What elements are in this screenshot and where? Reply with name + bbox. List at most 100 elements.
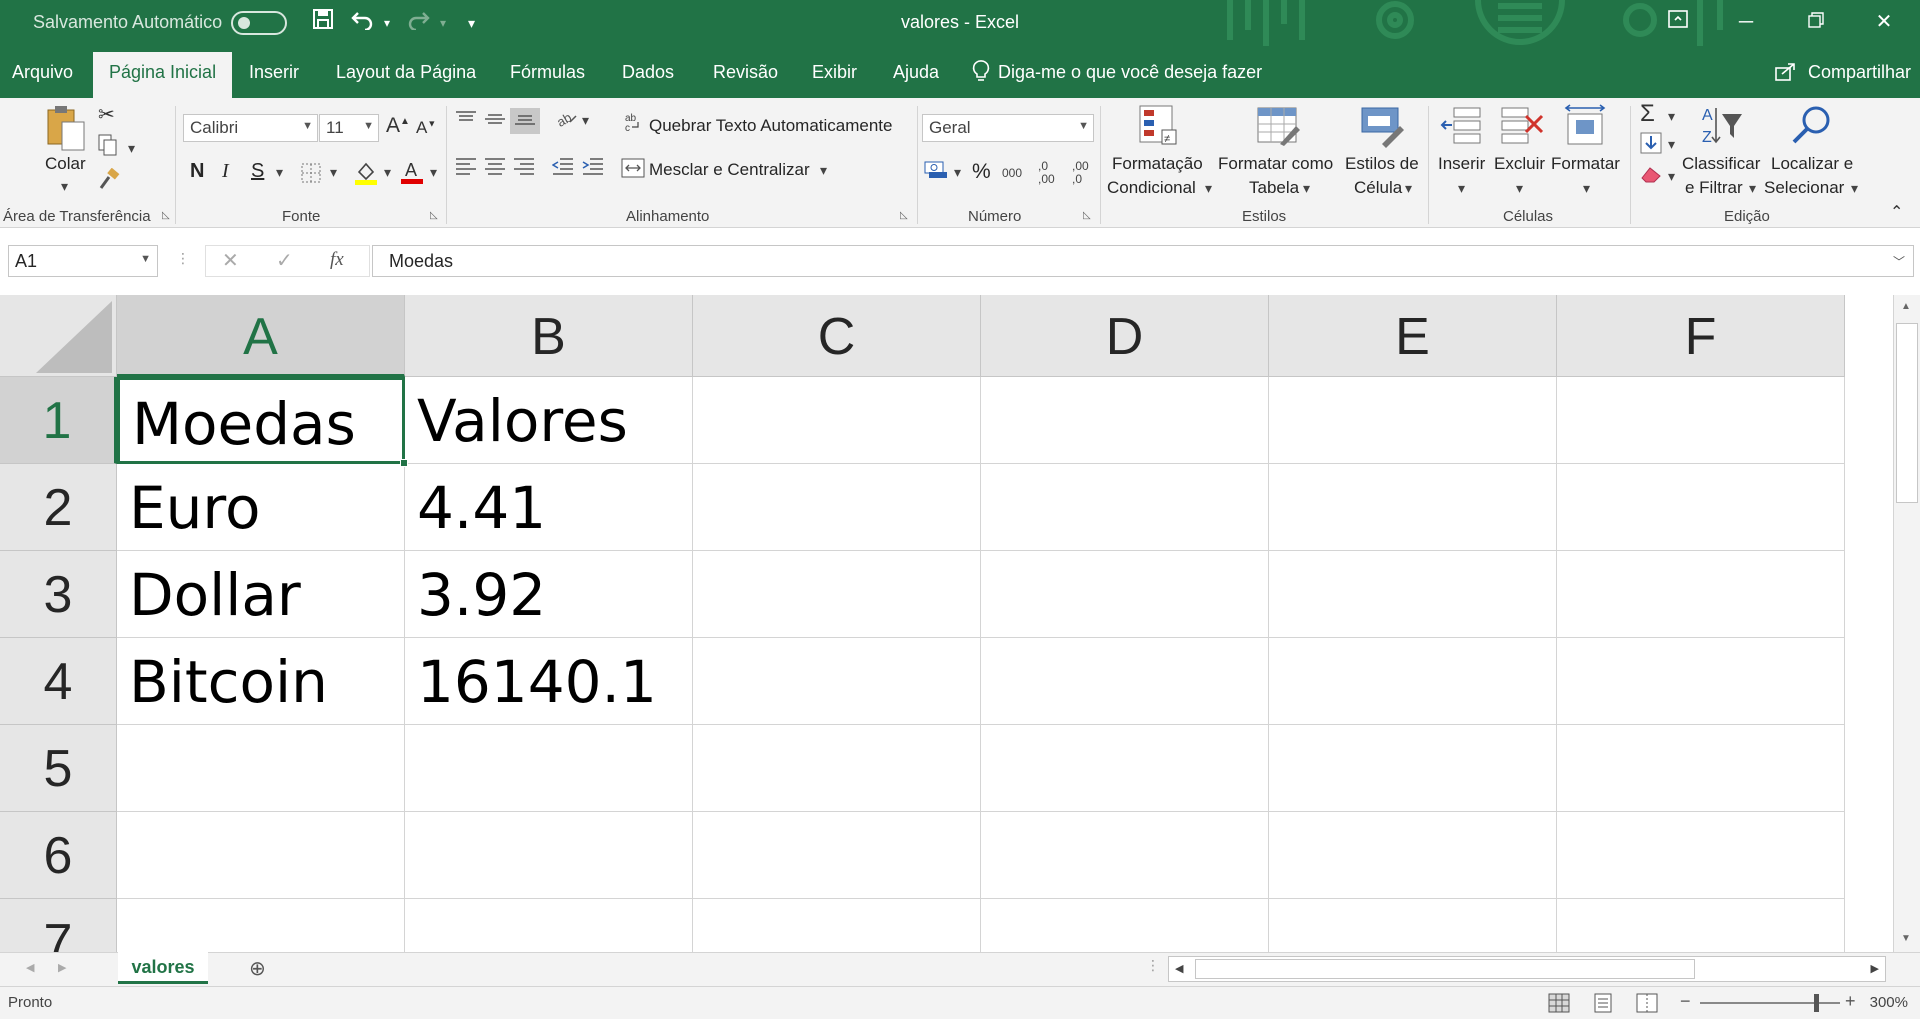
- cell-styles-dropdown-icon[interactable]: ▾: [1405, 180, 1412, 197]
- fill-color-dropdown-icon[interactable]: ▾: [384, 164, 391, 181]
- tab-revisao[interactable]: Revisão: [713, 62, 778, 83]
- collapse-ribbon-icon[interactable]: ⌃: [1890, 202, 1903, 222]
- copy-dropdown-icon[interactable]: ▾: [128, 140, 135, 157]
- comma-style-button[interactable]: 000: [1002, 166, 1022, 180]
- sort-filter-dropdown-icon[interactable]: ▾: [1749, 180, 1756, 197]
- cell[interactable]: [693, 638, 981, 725]
- cell[interactable]: Bitcoin: [117, 638, 405, 725]
- format-cells-button[interactable]: Formatar: [1551, 154, 1620, 174]
- align-right-icon[interactable]: [513, 156, 535, 182]
- format-as-table-dropdown-icon[interactable]: ▾: [1303, 180, 1310, 197]
- cell[interactable]: 3.92: [405, 551, 693, 638]
- zoom-level[interactable]: 300%: [1870, 994, 1908, 1011]
- active-cell[interactable]: Moedas: [117, 377, 405, 464]
- paste-icon[interactable]: [44, 104, 88, 151]
- orientation-icon[interactable]: ab: [554, 108, 578, 134]
- accounting-format-icon[interactable]: [924, 158, 950, 186]
- merge-center-icon[interactable]: [621, 158, 645, 184]
- page-break-view-icon[interactable]: [1636, 993, 1658, 1018]
- cell[interactable]: [1269, 812, 1557, 899]
- underline-button[interactable]: S: [251, 160, 264, 183]
- cell[interactable]: [693, 812, 981, 899]
- cell[interactable]: [1269, 899, 1557, 952]
- cell[interactable]: [1269, 638, 1557, 725]
- paste-dropdown-icon[interactable]: ▾: [61, 178, 68, 195]
- italic-button[interactable]: I: [222, 160, 229, 183]
- cell[interactable]: [1557, 551, 1845, 638]
- column-header[interactable]: E: [1269, 295, 1557, 377]
- autosum-icon[interactable]: Σ: [1640, 100, 1655, 128]
- sort-filter-icon[interactable]: AZ: [1700, 104, 1744, 148]
- conditional-formatting-label-2[interactable]: Condicional: [1107, 178, 1196, 198]
- row-header[interactable]: 5: [0, 725, 117, 812]
- tab-pagina-inicial[interactable]: Página Inicial: [93, 52, 233, 98]
- number-format-select[interactable]: Geral ▼: [922, 114, 1094, 142]
- fill-dropdown-icon[interactable]: ▾: [1668, 136, 1675, 153]
- name-box[interactable]: A1 ▼: [8, 245, 158, 277]
- merge-dropdown-icon[interactable]: ▾: [820, 162, 827, 179]
- clipboard-launcher-icon[interactable]: ◺: [162, 210, 170, 221]
- sort-filter-label-1[interactable]: Classificar: [1682, 154, 1760, 174]
- increase-font-icon[interactable]: A▲: [386, 114, 410, 138]
- cell[interactable]: [1269, 551, 1557, 638]
- normal-view-icon[interactable]: [1548, 993, 1570, 1018]
- font-size-select[interactable]: 11 ▼: [319, 114, 379, 142]
- vertical-scroll-thumb[interactable]: [1896, 323, 1918, 503]
- scroll-left-icon[interactable]: ◀: [1175, 962, 1183, 975]
- close-icon[interactable]: ✕: [1864, 6, 1904, 38]
- font-name-select[interactable]: Calibri ▼: [183, 114, 318, 142]
- row-header[interactable]: 4: [0, 638, 117, 725]
- ribbon-display-options-icon[interactable]: [1658, 6, 1698, 38]
- cell-styles-label-1[interactable]: Estilos de: [1345, 154, 1419, 174]
- row-header[interactable]: 1: [0, 377, 117, 464]
- align-bottom-icon[interactable]: [510, 108, 540, 134]
- align-top-icon[interactable]: [455, 110, 477, 134]
- font-color-dropdown-icon[interactable]: ▾: [430, 164, 437, 181]
- delete-cells-icon[interactable]: [1500, 104, 1544, 148]
- autosum-dropdown-icon[interactable]: ▾: [1668, 108, 1675, 125]
- cancel-entry-icon[interactable]: ✕: [222, 248, 239, 273]
- column-header[interactable]: A: [117, 295, 405, 377]
- cell[interactable]: [1557, 812, 1845, 899]
- formula-input[interactable]: Moedas ﹀: [372, 245, 1914, 277]
- cell[interactable]: [1269, 377, 1557, 464]
- row-header[interactable]: 2: [0, 464, 117, 551]
- cell[interactable]: [981, 464, 1269, 551]
- tab-ajuda[interactable]: Ajuda: [893, 62, 939, 83]
- cell-styles-icon[interactable]: [1360, 104, 1404, 148]
- wrap-text-button[interactable]: Quebrar Texto Automaticamente: [649, 116, 893, 136]
- zoom-slider[interactable]: [1700, 1002, 1840, 1004]
- cell[interactable]: Valores: [405, 377, 693, 464]
- format-cells-dropdown-icon[interactable]: ▾: [1583, 180, 1590, 197]
- align-middle-icon[interactable]: [484, 110, 506, 134]
- delete-cells-dropdown-icon[interactable]: ▾: [1516, 180, 1523, 197]
- fill-handle[interactable]: [400, 459, 408, 467]
- decrease-indent-icon[interactable]: [551, 156, 574, 182]
- row-header[interactable]: 3: [0, 551, 117, 638]
- percent-style-button[interactable]: %: [972, 160, 991, 184]
- new-sheet-icon[interactable]: ⊕: [249, 956, 266, 981]
- scroll-down-icon[interactable]: ▼: [1901, 933, 1911, 944]
- tab-exibir[interactable]: Exibir: [812, 62, 857, 83]
- number-launcher-icon[interactable]: ◺: [1083, 210, 1091, 221]
- tab-arquivo[interactable]: Arquivo: [12, 62, 73, 83]
- format-cells-icon[interactable]: [1564, 104, 1608, 148]
- cell[interactable]: [981, 725, 1269, 812]
- sort-filter-label-2[interactable]: e Filtrar: [1685, 178, 1743, 198]
- alignment-launcher-icon[interactable]: ◺: [900, 210, 908, 221]
- cell[interactable]: Dollar: [117, 551, 405, 638]
- clear-dropdown-icon[interactable]: ▾: [1668, 168, 1675, 185]
- cell[interactable]: [1557, 464, 1845, 551]
- cell[interactable]: [693, 551, 981, 638]
- zoom-slider-thumb[interactable]: [1814, 994, 1819, 1012]
- cell[interactable]: [405, 899, 693, 952]
- insert-cells-dropdown-icon[interactable]: ▾: [1458, 180, 1465, 197]
- zoom-in-icon[interactable]: +: [1845, 991, 1856, 1012]
- cell[interactable]: [1269, 725, 1557, 812]
- cell[interactable]: [693, 464, 981, 551]
- cell[interactable]: [405, 812, 693, 899]
- cell[interactable]: [1557, 377, 1845, 464]
- increase-decimal-button[interactable]: ,0 ,00: [1038, 160, 1066, 186]
- row-header[interactable]: 6: [0, 812, 117, 899]
- align-center-icon[interactable]: [484, 156, 506, 182]
